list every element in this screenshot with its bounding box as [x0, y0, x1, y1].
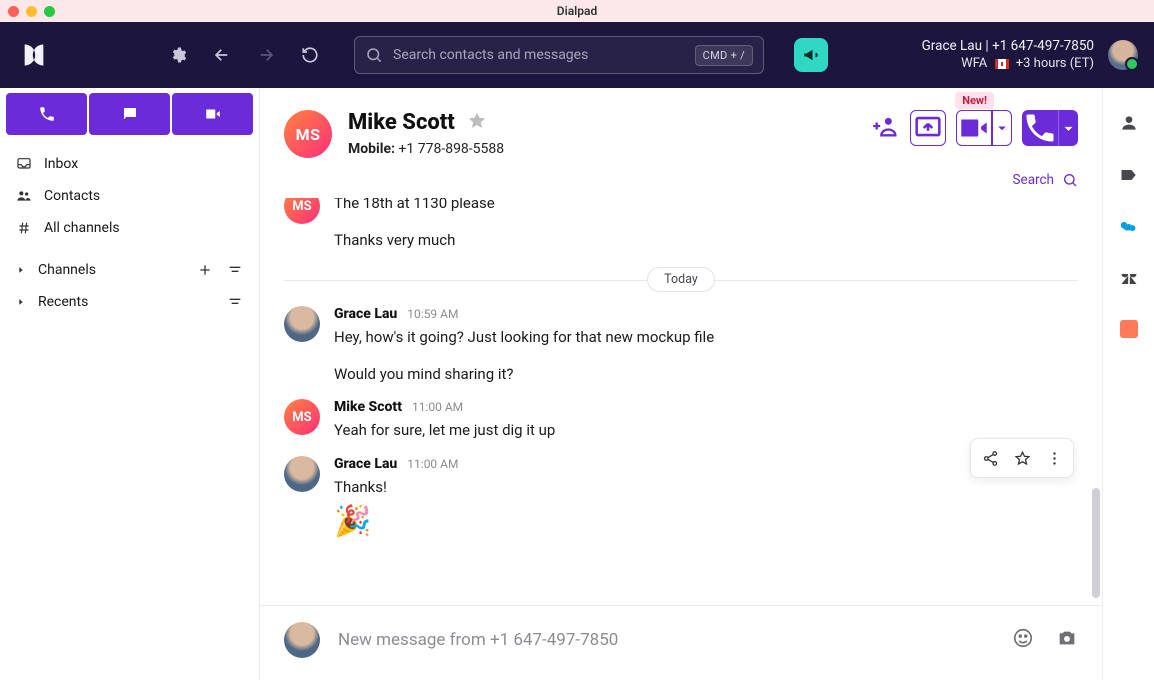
chevron-right-icon — [16, 265, 26, 275]
message-avatar[interactable] — [284, 456, 320, 492]
forward-button[interactable] — [252, 41, 280, 69]
user-avatar[interactable] — [1108, 40, 1138, 70]
message-text: Yeah for sure, let me just dig it up — [334, 419, 1078, 442]
message-text: Thanks! — [334, 476, 1078, 499]
message-text: Hey, how's it going? Just looking for th… — [334, 326, 1078, 349]
contact-phone: Mobile: +1 778-898-5588 — [348, 141, 504, 157]
filter-icon[interactable] — [227, 262, 243, 278]
sidebar-item-inbox[interactable]: Inbox — [0, 148, 259, 180]
conversation-search[interactable]: Search — [260, 172, 1102, 198]
message-composer — [260, 605, 1102, 680]
filter-icon[interactable] — [227, 294, 243, 310]
call-dropdown[interactable] — [1058, 110, 1078, 146]
video-call-split-button[interactable] — [956, 110, 1012, 146]
message-text: Thanks very much — [334, 229, 1078, 252]
message-hover-actions — [970, 438, 1074, 478]
top-nav: CMD + / Grace Lau | +1 647-497-7850 WFA … — [0, 22, 1154, 88]
scrollbar[interactable] — [1092, 488, 1100, 598]
sidebar-section-channels[interactable]: Channels — [0, 254, 259, 286]
composer-avatar — [284, 622, 320, 658]
left-sidebar: Inbox Contacts All channels Channels — [0, 88, 260, 680]
macos-titlebar: Dialpad — [0, 0, 1154, 22]
message-group: MS Mike Scott 11:00 AM Yeah for sure, let… — [284, 399, 1078, 442]
emoji-button[interactable] — [1012, 627, 1034, 653]
call-button[interactable] — [1022, 110, 1058, 146]
date-label: Today — [647, 267, 715, 292]
video-call-button[interactable] — [956, 110, 992, 146]
message-avatar[interactable]: MS — [284, 198, 320, 224]
announcements-button[interactable] — [794, 38, 828, 72]
message-time: 11:00 AM — [412, 400, 463, 414]
camera-button[interactable] — [1056, 627, 1078, 653]
message-text: Would you mind sharing it? — [334, 363, 1078, 386]
new-message-button[interactable] — [89, 93, 170, 135]
message-group: Grace Lau 11:00 AM Thanks! 🎉 — [284, 456, 1078, 540]
inbox-icon — [16, 156, 32, 172]
star-button[interactable] — [1007, 443, 1037, 473]
user-status-line: WFA +3 hours (ET) — [922, 55, 1094, 73]
more-button[interactable] — [1039, 443, 1069, 473]
new-call-button[interactable] — [6, 93, 87, 135]
chevron-right-icon — [16, 297, 26, 307]
conversation-pane: MS Mike Scott Mobile: +1 778-898-5588 Ne… — [260, 88, 1102, 680]
tag-panel-button[interactable] — [1118, 164, 1140, 186]
hubspot-integration[interactable] — [1120, 320, 1138, 338]
sidebar-item-contacts[interactable]: Contacts — [0, 180, 259, 212]
quick-actions — [0, 88, 259, 140]
new-meeting-button[interactable] — [172, 93, 253, 135]
message-time: 11:00 AM — [407, 457, 458, 471]
app-logo[interactable] — [20, 41, 48, 69]
right-sidebar — [1102, 88, 1154, 680]
back-button[interactable] — [208, 41, 236, 69]
search-label: Search — [1013, 172, 1054, 188]
contacts-icon — [16, 188, 32, 204]
hash-icon — [16, 220, 32, 236]
sidebar-item-label: Contacts — [44, 188, 243, 204]
message-thread[interactable]: MS The 18th at 1130 please Thanks very m… — [260, 198, 1102, 605]
add-contact-button[interactable] — [872, 112, 900, 144]
contact-panel-button[interactable] — [1118, 112, 1140, 134]
share-screen-button[interactable] — [910, 110, 946, 146]
search-icon — [365, 46, 383, 64]
sidebar-item-all-channels[interactable]: All channels — [0, 212, 259, 244]
search-shortcut: CMD + / — [695, 45, 753, 66]
canada-flag-icon — [995, 59, 1009, 69]
call-split-button[interactable] — [1022, 110, 1078, 146]
message-author: Mike Scott — [334, 399, 402, 415]
sidebar-section-label: Channels — [38, 262, 185, 278]
video-call-dropdown[interactable] — [992, 110, 1012, 146]
settings-button[interactable] — [164, 41, 192, 69]
new-badge: New! — [955, 92, 994, 109]
global-search[interactable]: CMD + / — [354, 36, 764, 74]
message-avatar[interactable] — [284, 306, 320, 342]
date-divider: Today — [284, 267, 1078, 292]
message-author: Grace Lau — [334, 456, 397, 472]
contact-name: Mike Scott — [348, 110, 455, 135]
sidebar-section-recents[interactable]: Recents — [0, 286, 259, 318]
salesforce-integration[interactable] — [1118, 216, 1140, 238]
sidebar-item-label: All channels — [44, 220, 243, 236]
message-reaction[interactable]: 🎉 — [334, 504, 1078, 539]
sidebar-item-label: Inbox — [44, 156, 243, 172]
user-name-phone: Grace Lau | +1 647-497-7850 — [922, 37, 1094, 55]
contact-header: MS Mike Scott Mobile: +1 778-898-5588 Ne… — [260, 88, 1102, 172]
current-user[interactable]: Grace Lau | +1 647-497-7850 WFA +3 hours… — [922, 37, 1138, 73]
favorite-toggle[interactable] — [467, 111, 487, 135]
search-icon — [1062, 172, 1078, 188]
message-time: 10:59 AM — [407, 307, 458, 321]
contact-avatar[interactable]: MS — [284, 110, 332, 158]
message-author: Grace Lau — [334, 306, 397, 322]
share-button[interactable] — [975, 443, 1005, 473]
zendesk-integration[interactable] — [1118, 268, 1140, 290]
message-group: Grace Lau 10:59 AM Hey, how's it going? J… — [284, 306, 1078, 385]
search-input[interactable] — [393, 47, 685, 63]
message-avatar[interactable]: MS — [284, 399, 320, 435]
window-title: Dialpad — [0, 4, 1154, 18]
message-text: The 18th at 1130 please — [334, 198, 1078, 215]
plus-icon[interactable] — [197, 262, 213, 278]
message-group: MS The 18th at 1130 please Thanks very m… — [284, 198, 1078, 251]
composer-input[interactable] — [338, 630, 994, 650]
refresh-button[interactable] — [296, 41, 324, 69]
sidebar-section-label: Recents — [38, 294, 215, 310]
